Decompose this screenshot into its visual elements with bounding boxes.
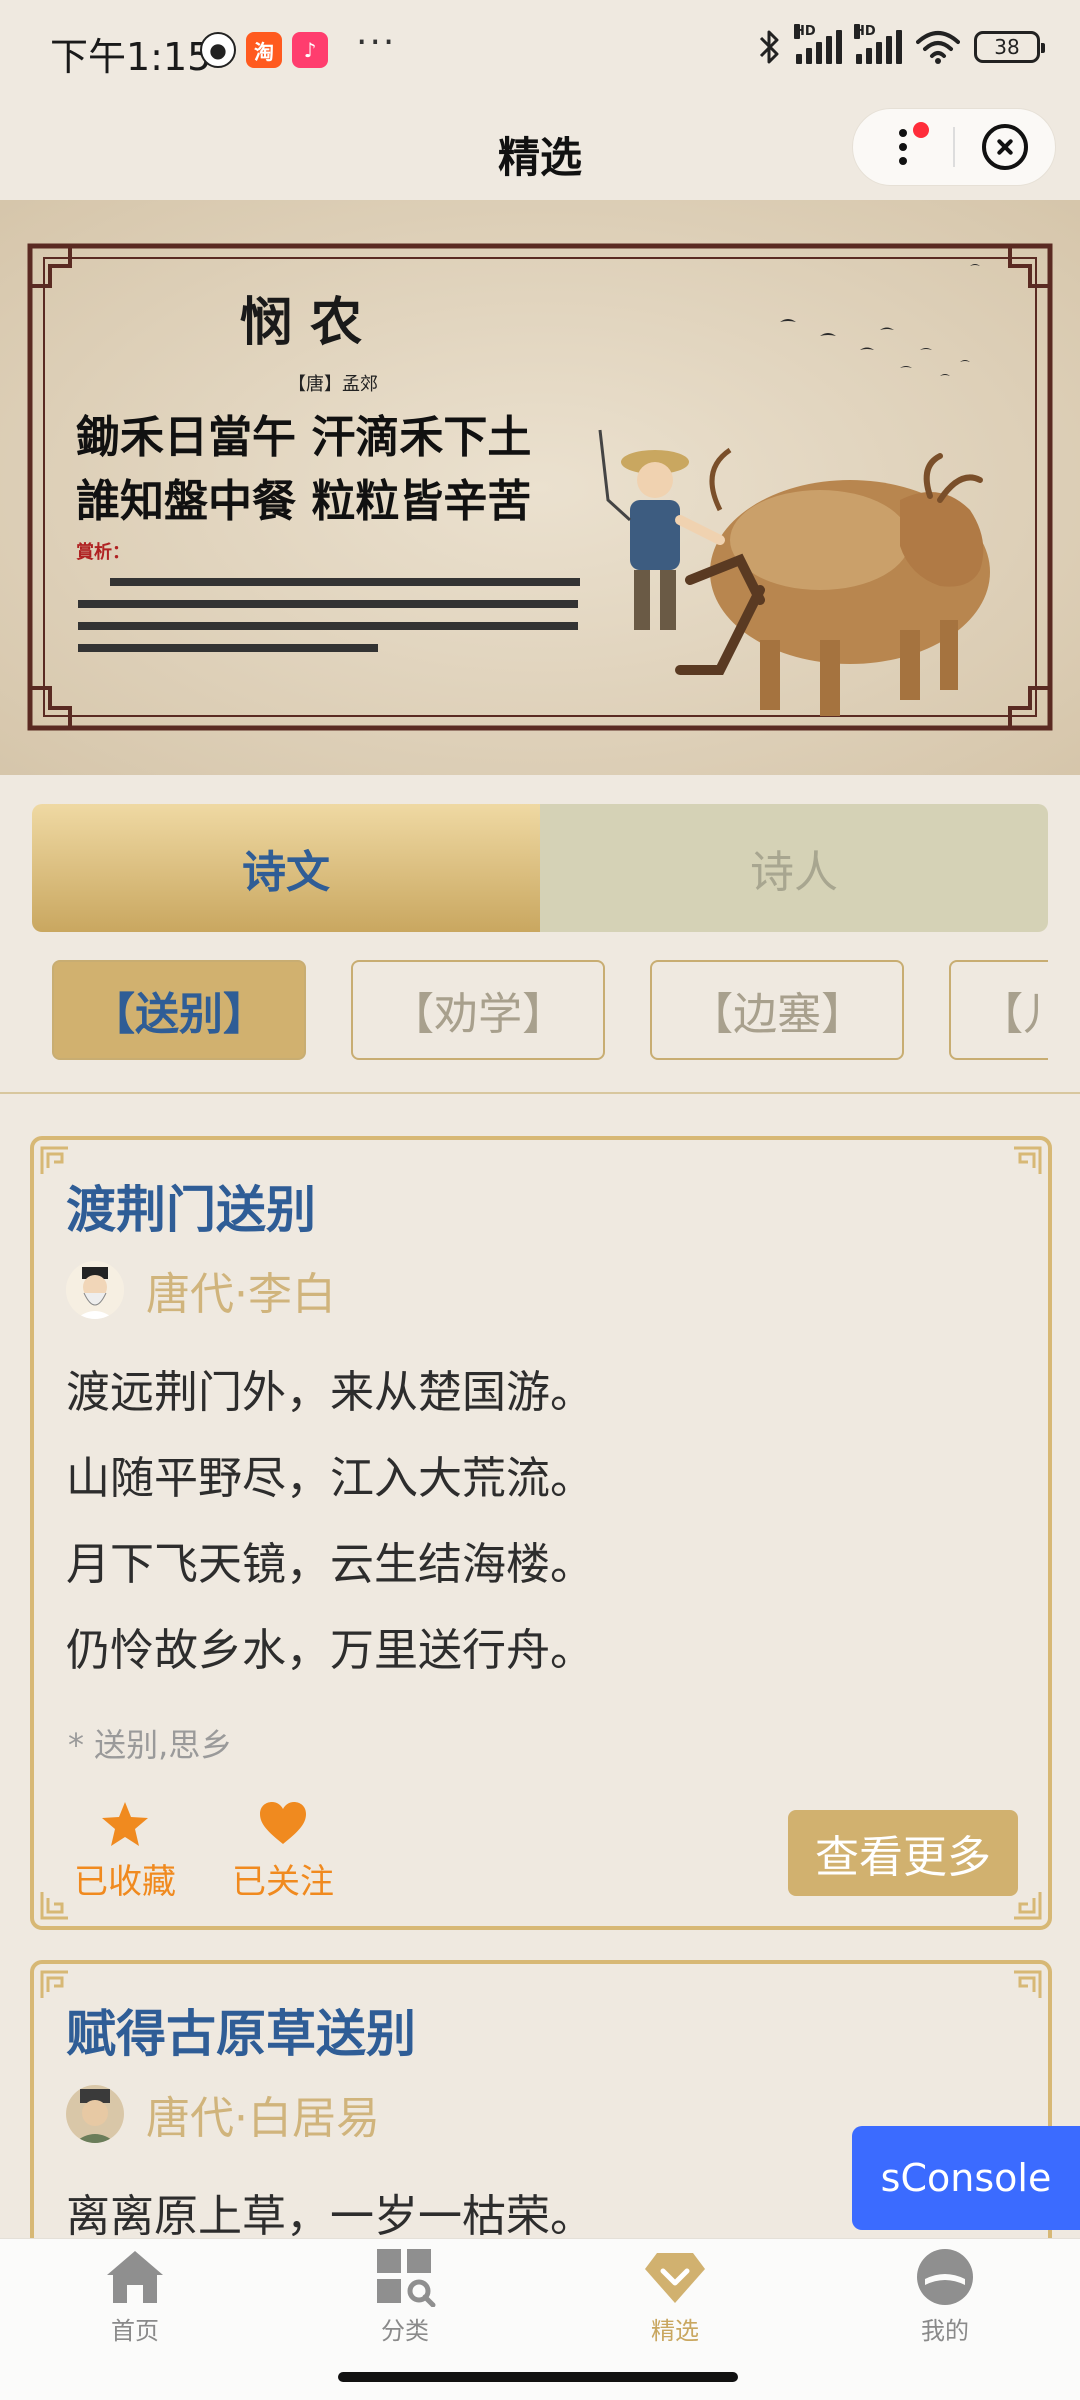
poem-card[interactable]: 渡荆门送别 唐代·李白 渡远荆门外，来从楚国游。 山随平野尽，江入大荒流。 月下… — [30, 1136, 1052, 1930]
corner-ornament-icon — [40, 1892, 68, 1920]
banner-artwork: 悯 农 【唐】孟郊 鋤禾日當午 汗滴禾下土 誰知盤中餐 粒粒皆辛苦 賞析： — [0, 200, 1080, 775]
banner-line-2: 誰知盤中餐 粒粒皆辛苦 — [76, 476, 531, 527]
star-icon — [102, 1802, 148, 1846]
notification-dot — [913, 122, 929, 138]
corner-ornament-icon — [1014, 1892, 1042, 1920]
chip-farewell[interactable]: 【送别】 — [52, 960, 306, 1060]
signal-2-icon: HD — [854, 24, 902, 64]
heart-icon — [260, 1802, 306, 1844]
title-bar: 精选 — [0, 100, 1080, 200]
battery-icon: 38 — [974, 31, 1045, 63]
poem-author: 唐代·白居易 — [146, 2093, 380, 2144]
poem-line: 山随平野尽，江入大荒流。 — [66, 1453, 594, 1504]
poem-title[interactable]: 赋得古原草送别 — [66, 1994, 416, 2066]
collect-button[interactable]: 已收藏 — [74, 1800, 176, 1903]
featured-gem-icon — [645, 2253, 705, 2303]
tab-category[interactable]: 分类 — [270, 2239, 540, 2359]
tab-poets[interactable]: 诗人 — [540, 804, 1048, 932]
banner-line-1: 鋤禾日當午 汗滴禾下土 — [76, 412, 531, 463]
status-bar: 下午1:15 ● 淘 ♪ ··· HD HD 38 — [0, 0, 1080, 100]
category-chips: 【送别】 【劝学】 【边塞】 【儿 — [52, 960, 1048, 1064]
poem-line: 渡远荆门外，来从楚国游。 — [66, 1367, 594, 1418]
poem-title[interactable]: 渡荆门送别 — [66, 1170, 316, 1242]
tab-featured-label: 精选 — [651, 2317, 699, 2345]
author-row[interactable]: 唐代·白居易 — [66, 2082, 380, 2146]
follow-label: 已关注 — [232, 1862, 334, 1902]
tab-mine-label: 我的 — [921, 2317, 969, 2345]
tab-home[interactable]: 首页 — [0, 2239, 270, 2359]
poem-tags: * 送别,思乡 — [68, 1726, 233, 1764]
poem-author: 唐代·李白 — [146, 1269, 336, 1320]
wifi-icon — [916, 31, 960, 64]
tab-home-label: 首页 — [111, 2317, 159, 2345]
mini-program-capsule — [852, 108, 1056, 186]
banner-note-label: 賞析： — [76, 541, 130, 563]
featured-banner[interactable]: 悯 农 【唐】孟郊 鋤禾日當午 汗滴禾下土 誰知盤中餐 粒粒皆辛苦 賞析： — [0, 200, 1080, 775]
tab-mine[interactable]: 我的 — [810, 2239, 1080, 2359]
tab-featured[interactable]: 精选 — [540, 2239, 810, 2359]
home-indicator — [338, 2372, 738, 2382]
author-row[interactable]: 唐代·李白 — [66, 1258, 336, 1322]
corner-ornament-icon — [1014, 1146, 1042, 1174]
bluetooth-icon — [759, 30, 779, 64]
chip-children[interactable]: 【儿 — [949, 960, 1048, 1060]
category-search-icon — [377, 2249, 436, 2307]
poet-avatar — [66, 2085, 124, 2143]
close-icon — [982, 124, 1028, 170]
home-icon — [107, 2251, 163, 2303]
poem-type-tabs: 诗文 诗人 — [32, 804, 1048, 932]
section-divider — [0, 1092, 1080, 1094]
follow-button[interactable]: 已关注 — [232, 1800, 334, 1903]
status-time: 下午1:15 — [50, 35, 212, 79]
banner-poem-title: 悯 农 — [240, 292, 362, 353]
collect-label: 已收藏 — [74, 1862, 176, 1902]
sconsole-button[interactable]: sConsole — [852, 2126, 1080, 2230]
music-icon: ♪ — [292, 32, 328, 68]
chip-study[interactable]: 【劝学】 — [351, 960, 606, 1060]
banner-dynasty-author: 【唐】孟郊 — [288, 374, 378, 395]
more-menu-button[interactable] — [853, 108, 953, 186]
profile-icon — [917, 2249, 973, 2305]
status-right-icons: HD HD 38 — [758, 24, 1045, 66]
poem-line: 月下飞天镜，云生结海楼。 — [66, 1539, 594, 1590]
status-more-dots: ··· — [356, 22, 397, 63]
poem-lines: 渡远荆门外，来从楚国游。 山随平野尽，江入大荒流。 月下飞天镜，云生结海楼。 仍… — [66, 1350, 594, 1694]
poet-avatar — [66, 1261, 124, 1319]
tab-category-label: 分类 — [381, 2317, 429, 2345]
panda-icon: ● — [200, 32, 236, 68]
signal-1-icon: HD — [794, 24, 842, 64]
view-more-button[interactable]: 查看更多 — [788, 1810, 1018, 1896]
close-mini-program-button[interactable] — [955, 108, 1055, 186]
chip-frontier[interactable]: 【边塞】 — [650, 960, 905, 1060]
corner-ornament-icon — [1014, 1970, 1042, 1998]
taobao-icon: 淘 — [246, 32, 282, 68]
poem-line: 仍怜故乡水，万里送行舟。 — [66, 1625, 594, 1676]
status-app-icons: ● 淘 ♪ — [200, 32, 328, 68]
tab-poems[interactable]: 诗文 — [32, 804, 540, 932]
